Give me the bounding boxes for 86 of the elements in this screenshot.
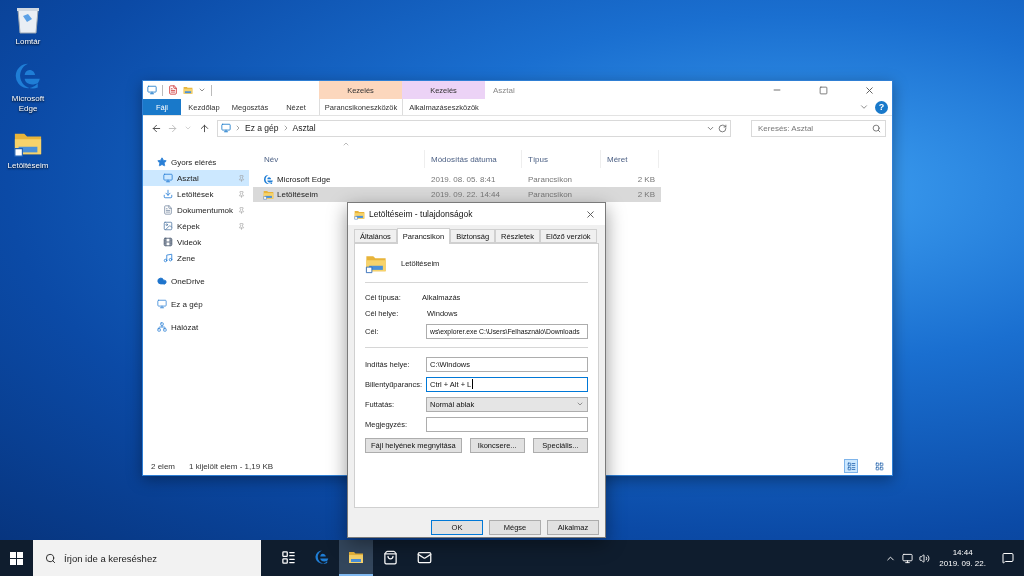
nav-item[interactable]: Gyors elérés <box>143 154 249 170</box>
message-icon <box>1002 552 1014 564</box>
arrow-right-icon <box>166 122 178 134</box>
download-icon <box>163 189 173 199</box>
clock-time: 14:44 <box>952 547 973 558</box>
nav-item[interactable]: Zene <box>143 250 249 266</box>
speaker-icon <box>919 552 931 564</box>
clock-date: 2019. 09. 22. <box>939 558 986 569</box>
file-name: Letöltéseim <box>277 190 318 199</box>
folder-icon <box>183 85 193 95</box>
edge-shortcut-icon <box>13 61 43 91</box>
shopping-bag-icon <box>382 549 398 565</box>
clock[interactable]: 14:44 2019. 09. 22. <box>933 540 992 576</box>
column-header[interactable]: Módosítás dátuma <box>425 150 522 168</box>
network-icon <box>157 322 167 332</box>
help-button[interactable]: ? <box>875 100 888 114</box>
file-name: Microsoft Edge <box>277 175 331 184</box>
nav-item[interactable]: Ez a gép <box>143 296 249 312</box>
star-icon <box>157 157 167 167</box>
folder-shortcut-icon <box>263 189 274 200</box>
music-note-icon <box>163 253 173 263</box>
nav-item[interactable]: OneDrive <box>143 273 249 289</box>
item-count: 2 elem <box>151 461 175 471</box>
edge-icon <box>263 174 274 185</box>
nav-item[interactable]: Képek <box>143 218 249 234</box>
arrow-left-icon <box>150 122 162 134</box>
file-row[interactable]: Letöltéseim 2019. 09. 22. 14:44 Parancsikon 2 KB <box>253 187 661 202</box>
column-header[interactable]: Típus <box>522 150 601 168</box>
computer-icon <box>221 123 231 133</box>
maximize-icon <box>818 85 828 95</box>
desktop-icon-label[interactable]: Lomtár <box>4 37 52 47</box>
search-field[interactable]: Keresés: Asztal <box>751 119 886 137</box>
edge-icon <box>314 549 330 565</box>
chevron-right-icon[interactable] <box>234 124 242 132</box>
mail-icon <box>416 549 432 565</box>
caret-icon[interactable] <box>198 86 206 94</box>
window-title: Asztal <box>493 85 515 95</box>
nav-item[interactable]: Dokumentumok <box>143 202 249 218</box>
task-view-icon <box>280 549 296 565</box>
large-icons-view-button[interactable] <box>872 459 886 473</box>
column-header[interactable]: Név <box>253 150 425 168</box>
column-header[interactable]: Méret <box>601 150 659 168</box>
nav-item[interactable]: Asztal <box>143 170 249 186</box>
chevron-down-icon[interactable] <box>859 102 869 112</box>
close-icon <box>863 84 875 96</box>
selection-info: 1 kijelölt elem - 1,19 KB <box>189 461 274 471</box>
folder-shortcut-icon <box>354 208 365 220</box>
details-view-button[interactable] <box>844 459 858 473</box>
address-bar[interactable]: Ez a gép Asztal <box>217 119 731 137</box>
monitor-icon[interactable] <box>147 85 157 95</box>
search-icon <box>872 123 881 133</box>
cloud-icon <box>157 276 167 286</box>
grid-icon <box>874 461 884 471</box>
folder-icon <box>348 549 364 565</box>
close-icon <box>584 208 596 220</box>
type-cell: Parancsikon <box>528 175 573 184</box>
monitor-icon <box>163 173 173 183</box>
refresh-icon[interactable] <box>718 123 727 133</box>
desktop-icon-label[interactable]: Letöltéseim <box>4 161 52 171</box>
windows-logo-icon <box>10 551 23 565</box>
computer-icon <box>157 299 167 309</box>
date-cell: 2019. 09. 22. 14:44 <box>431 190 500 199</box>
nav-item[interactable]: Hálózat <box>143 319 249 335</box>
nav-item[interactable]: Videók <box>143 234 249 250</box>
caret-icon <box>576 400 584 408</box>
document-icon <box>163 205 173 215</box>
taskbar-search-field[interactable]: Írjon ide a kereséshez <box>33 540 261 576</box>
nav-item[interactable]: Letöltések <box>143 186 249 202</box>
breadcrumb[interactable]: Asztal <box>292 123 316 133</box>
desktop-icon-label[interactable]: Microsoft Edge <box>4 94 52 114</box>
monitor-icon <box>902 552 914 564</box>
list-icon <box>846 461 856 471</box>
caret-icon <box>184 124 192 132</box>
text-field[interactable] <box>426 416 588 432</box>
taskbar-app[interactable] <box>339 540 373 576</box>
type-cell: Parancsikon <box>528 190 573 199</box>
date-cell: 2019. 08. 05. 8:41 <box>431 175 496 184</box>
arrow-up-icon <box>198 122 210 134</box>
size-cell: 2 KB <box>637 190 655 199</box>
breadcrumb[interactable]: Ez a gép <box>245 123 279 133</box>
film-icon <box>163 237 173 247</box>
file-row[interactable]: Microsoft Edge 2019. 08. 05. 8:41 Parancsikon 2 KB <box>253 172 661 187</box>
image-icon <box>163 221 173 231</box>
search-icon <box>45 552 56 564</box>
size-cell: 2 KB <box>637 175 655 184</box>
dialog-title: Letöltéseim - tulajdonságok <box>369 209 474 219</box>
